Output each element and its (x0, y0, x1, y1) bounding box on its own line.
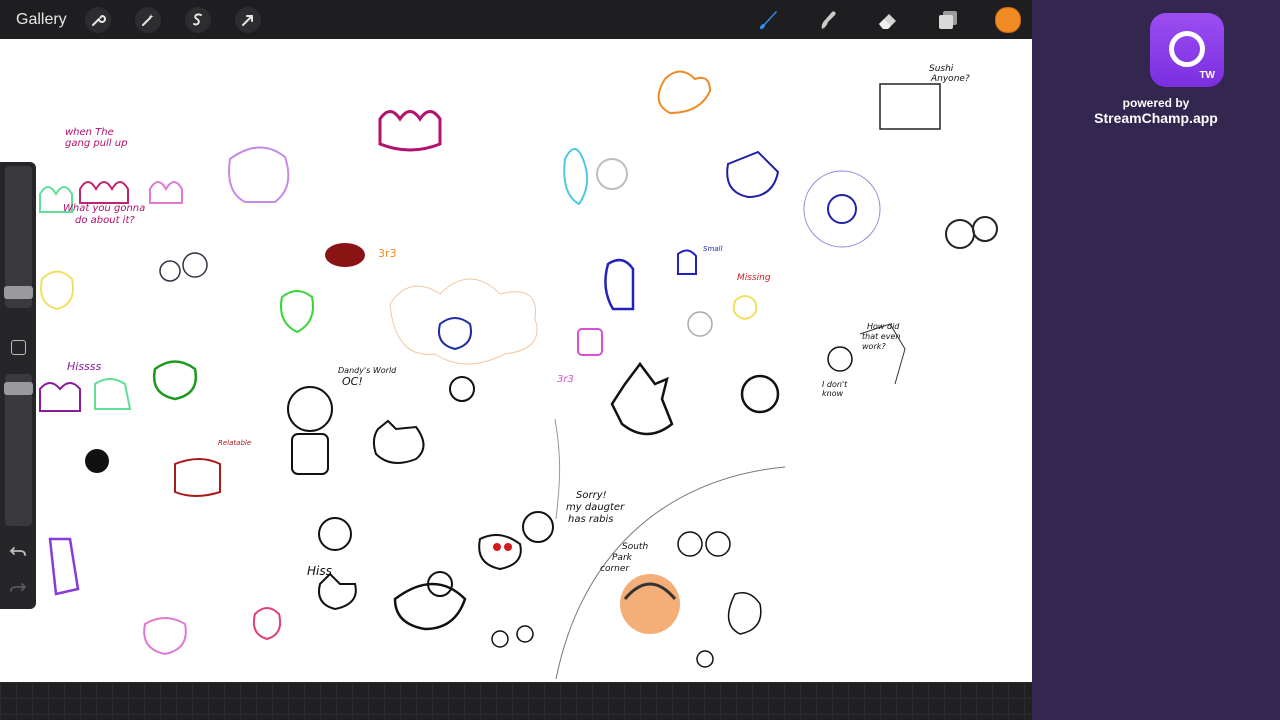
bottom-grid-strip (0, 682, 1032, 720)
note-sorry-2: my daugter (566, 502, 625, 513)
redo-icon[interactable] (9, 578, 27, 596)
modify-button[interactable] (11, 340, 26, 355)
note-idont-1: I don't (822, 380, 848, 389)
note-hiss-2: Hiss (307, 564, 332, 578)
note-relatable: Relatable (218, 439, 252, 447)
brush-size-handle[interactable] (4, 286, 33, 299)
wrench-icon[interactable] (84, 6, 111, 33)
right-tools (722, 0, 1022, 39)
gallery-button[interactable]: Gallery (16, 11, 67, 29)
note-missing: Missing (737, 273, 771, 283)
note-how-3: work? (862, 342, 886, 351)
brush-icon[interactable] (754, 6, 782, 34)
note-3r3: 3r3 (557, 374, 574, 385)
note-hiss-1: Hissss (67, 360, 102, 373)
note-south-1: South (622, 542, 649, 552)
note-dandy-1: Dandy's World (338, 366, 397, 375)
smudge-icon[interactable] (814, 6, 842, 34)
note-gang-2: gang pull up (65, 138, 128, 149)
layers-icon[interactable] (934, 6, 962, 34)
brush-size-slider[interactable] (4, 166, 33, 308)
top-toolbar: Gallery (0, 0, 1032, 39)
note-south-3: corner (600, 564, 630, 574)
transform-arrow-icon[interactable] (234, 6, 261, 33)
undo-icon[interactable] (9, 542, 27, 560)
note-sushi-1: Sushi (929, 64, 954, 74)
color-picker-button[interactable] (994, 6, 1022, 34)
logo-badge: TW (1199, 70, 1215, 81)
note-sorry-1: Sorry! (576, 490, 607, 501)
doodle-artwork: 3r3 (39, 70, 998, 680)
opacity-handle[interactable] (4, 382, 33, 395)
powered-by-label: powered by (1122, 96, 1190, 110)
current-color-swatch (995, 6, 1021, 33)
note-sushi-2: Anyone? (931, 74, 970, 84)
selection-icon[interactable] (184, 6, 211, 33)
stream-overlay-panel: TW powered by StreamChamp.app (1032, 0, 1280, 720)
note-gang-3: What you gonna (63, 203, 146, 214)
left-sidebar (0, 162, 36, 609)
streamchamp-url: StreamChamp.app (1094, 110, 1218, 126)
eraser-icon[interactable] (874, 6, 902, 34)
record-ring-icon (1169, 31, 1205, 67)
svg-text:3r3: 3r3 (378, 247, 397, 260)
note-dandy-2: OC! (342, 375, 363, 388)
note-how-1: How did (867, 322, 900, 331)
drawing-canvas[interactable]: 3r3 when The gang pull up What you gonna… (0, 39, 1032, 682)
note-idont-2: know (822, 389, 844, 398)
note-gang-1: when The (65, 127, 114, 138)
note-south-2: Park (612, 553, 632, 563)
magic-wand-icon[interactable] (134, 6, 161, 33)
note-small: Small (703, 245, 723, 253)
note-how-2: that even (862, 332, 901, 341)
streamchamp-logo: TW (1150, 13, 1224, 87)
note-sorry-3: has rabis (568, 514, 614, 525)
opacity-slider[interactable] (4, 374, 33, 526)
note-gang-4: do about it? (75, 215, 135, 226)
